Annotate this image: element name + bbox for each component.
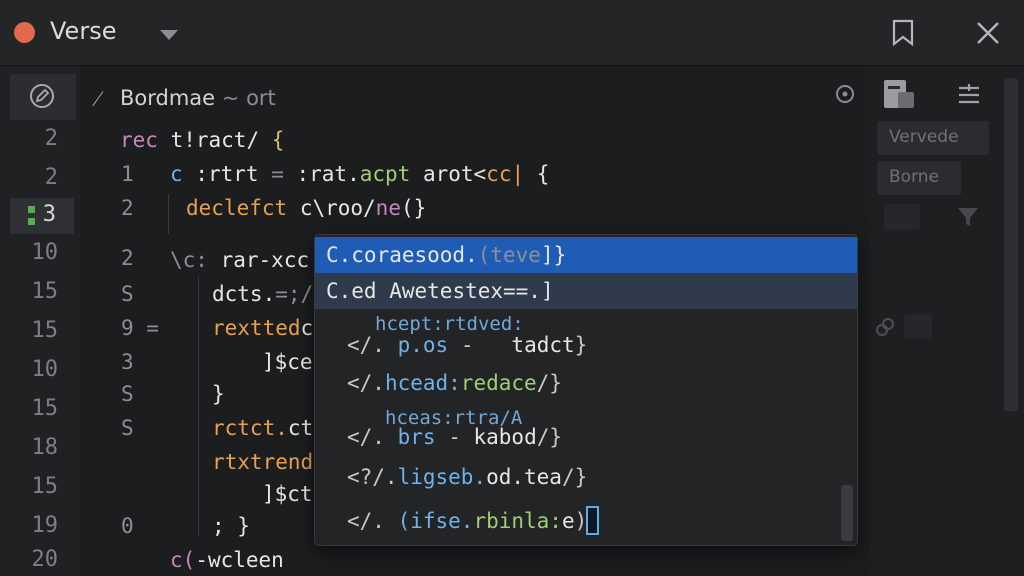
line-number: 20: [31, 547, 59, 572]
suggestion-selected[interactable]: C.coraesood.(teve]}: [315, 237, 857, 273]
code-line[interactable]: dcts.=;/k: [212, 282, 326, 306]
indent-guide: [168, 194, 169, 234]
fold-marker: 1: [121, 162, 134, 186]
fold-marker: 0: [121, 514, 134, 538]
active-line-number: 3: [10, 198, 74, 234]
edit-icon: [30, 84, 54, 108]
panel-tag[interactable]: Vervede: [877, 121, 989, 155]
fold-marker: S: [121, 282, 134, 306]
code-line[interactable]: rexttedc: [212, 316, 313, 340]
editor-scrollbar[interactable]: [1004, 78, 1018, 411]
fold-marker: 2: [121, 196, 134, 220]
link-icon[interactable]: [874, 316, 896, 338]
code-line[interactable]: }: [212, 382, 225, 406]
fold-marker: 9 =: [121, 316, 159, 340]
suggestion-detail: hcept:rtdved:: [375, 313, 524, 335]
code-line[interactable]: rtxtrend: [212, 450, 313, 474]
line-number: 15: [31, 396, 59, 421]
line-number: 18: [31, 435, 59, 460]
fold-marker: S: [121, 382, 134, 406]
text-cursor: [586, 506, 599, 535]
popup-scrollbar[interactable]: [841, 485, 853, 541]
code-line[interactable]: ; }: [212, 514, 250, 538]
line-number: 10: [31, 240, 59, 265]
chevron-down-icon[interactable]: [160, 30, 178, 40]
suggestion-item[interactable]: <?/.ligseb.od.tea/}: [347, 465, 587, 489]
code-line[interactable]: rctct.ct: [212, 416, 313, 440]
code-line[interactable]: c :rtrt = :rat.acpt arot<cc| {: [170, 162, 549, 186]
document-icon[interactable]: [882, 78, 916, 112]
code-line[interactable]: c(-wcleen: [170, 548, 284, 572]
line-number: 10: [31, 357, 59, 382]
suggestion-item[interactable]: C.ed Awetestex==.]: [315, 273, 857, 309]
suggestion-item[interactable]: </. p.os - tadct}: [347, 333, 587, 357]
code-line[interactable]: declefct c\roo/ne(}: [186, 196, 426, 220]
app-title: Verse: [50, 17, 117, 45]
indent-guide: [198, 276, 199, 536]
close-icon[interactable]: [975, 20, 1001, 46]
git-change-marker: [28, 206, 35, 213]
code-line[interactable]: ]$ce: [262, 350, 313, 374]
file-icon: ⁄: [96, 87, 100, 112]
fold-marker: S: [121, 416, 134, 440]
line-number: 15: [31, 318, 59, 343]
panel-tag[interactable]: Borne: [877, 161, 961, 195]
code-line[interactable]: ]$ct: [262, 482, 313, 506]
activity-edit-button[interactable]: [10, 74, 76, 120]
breadcrumb-name: Bordmae: [120, 86, 216, 110]
bookmark-icon[interactable]: [892, 19, 914, 46]
line-number: 2: [44, 165, 58, 190]
panel-placeholder: [904, 314, 932, 338]
title-bar: Verse: [0, 0, 1024, 66]
suggestion-item[interactable]: </. (ifse.rbinla:e): [347, 509, 587, 533]
window-status-dot[interactable]: [14, 22, 35, 43]
breadcrumb[interactable]: Bordmae ~ ort: [120, 86, 276, 110]
line-number: 15: [31, 279, 59, 304]
fold-marker: 3: [121, 350, 134, 374]
autocomplete-popup: C.coraesood.(teve]} C.ed Awetestex==.] h…: [314, 234, 858, 546]
code-line[interactable]: \c: rar-xcc: [170, 248, 309, 272]
line-number-gutter: 2 2 10 15 15 10 15 18 15 19 20: [0, 120, 80, 576]
refresh-icon[interactable]: [834, 83, 856, 105]
code-line[interactable]: rec t!ract/ {: [120, 128, 284, 152]
suggestion-item[interactable]: </.hcead:redace/}: [347, 371, 562, 395]
line-number: 2: [44, 126, 58, 151]
funnel-icon[interactable]: [956, 206, 980, 228]
line-number: 15: [31, 474, 59, 499]
align-icon[interactable]: [956, 82, 982, 106]
panel-placeholder: [884, 204, 920, 230]
line-number: 19: [31, 513, 59, 538]
breadcrumb-suffix: ~ ort: [221, 86, 276, 110]
fold-marker: 2: [121, 246, 134, 270]
suggestion-item[interactable]: </. brs - kabod/}: [347, 425, 562, 449]
